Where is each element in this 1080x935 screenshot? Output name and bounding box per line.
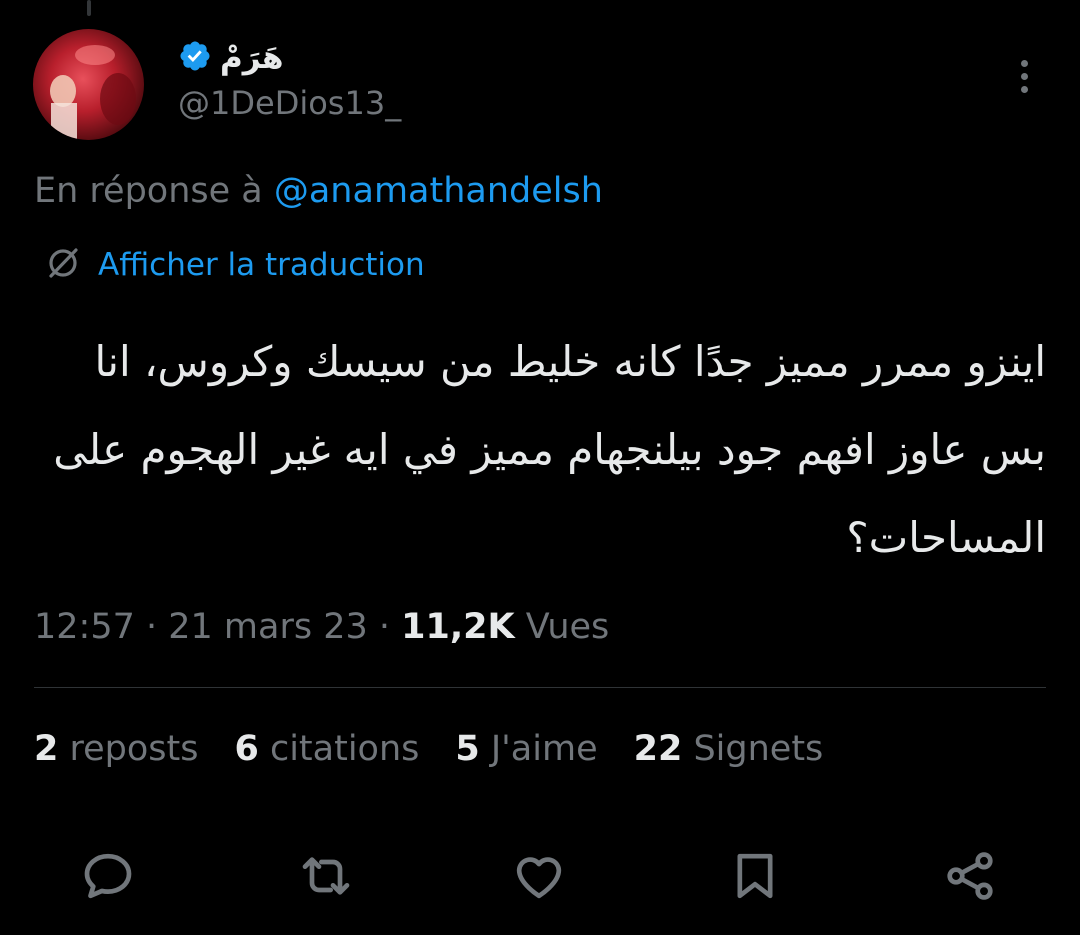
replying-to: En réponse à @anamathandelsh <box>34 171 603 211</box>
repost-icon <box>302 857 350 895</box>
divider <box>34 687 1046 688</box>
reply-icon <box>84 853 132 899</box>
more-dot-icon <box>1020 59 1028 67</box>
likes-count: 5 <box>455 729 480 769</box>
author-handle[interactable]: @1DeDios13_ <box>178 84 401 122</box>
meta-separator: · <box>134 607 169 647</box>
verified-badge-icon <box>178 39 212 77</box>
reposts-label: reposts <box>58 729 199 769</box>
quotes-label: citations <box>258 729 420 769</box>
replying-to-prefix: En réponse à <box>34 171 274 211</box>
bookmarks-count: 22 <box>633 729 683 769</box>
more-dot-icon <box>1020 85 1028 93</box>
avatar[interactable] <box>33 29 144 140</box>
replying-to-handle[interactable]: @anamathandelsh <box>274 171 603 211</box>
bookmarks-label: Signets <box>682 729 824 769</box>
views-count: 11,2K <box>401 607 515 647</box>
tweet-date[interactable]: 21 mars 23 <box>168 607 368 647</box>
bookmark-icon <box>737 853 773 899</box>
like-icon <box>516 857 562 899</box>
share-icon <box>947 852 993 900</box>
quotes-stat[interactable]: 6 citations <box>234 729 419 769</box>
tweet-text: اينزو ممرر مميز جدًا كانه خليط من سيسك و… <box>53 337 1046 562</box>
reply-button[interactable] <box>80 848 136 904</box>
likes-label: J'aime <box>479 729 598 769</box>
like-button[interactable] <box>511 848 567 904</box>
likes-stat[interactable]: 5 J'aime <box>455 729 597 769</box>
tweet-metadata: 12:57 · 21 mars 23 · 11,2K Vues <box>34 607 609 647</box>
views-label: Vues <box>514 607 610 647</box>
meta-separator: · <box>367 607 402 647</box>
repost-button[interactable] <box>298 848 354 904</box>
reposts-stat[interactable]: 2 reposts <box>34 729 198 769</box>
bookmarks-stat[interactable]: 22 Signets <box>634 729 824 769</box>
tweet-time[interactable]: 12:57 <box>34 607 135 647</box>
show-translation-label: Afficher la traduction <box>98 247 425 283</box>
author-name-row[interactable]: هَرَمْ <box>178 36 284 80</box>
engagement-stats: 2 reposts 6 citations 5 J'aime 22 Signet… <box>34 729 823 769</box>
bookmark-button[interactable] <box>727 848 783 904</box>
author-display-name: هَرَمْ <box>220 40 284 76</box>
reposts-count: 2 <box>34 729 59 769</box>
show-translation-button[interactable]: Afficher la traduction <box>44 243 425 287</box>
more-dot-icon <box>1020 72 1028 80</box>
translate-globe-icon <box>44 244 82 286</box>
share-button[interactable] <box>942 848 998 904</box>
more-options-button[interactable] <box>1008 54 1040 98</box>
thread-connector-line <box>87 0 91 16</box>
quotes-count: 6 <box>234 729 259 769</box>
